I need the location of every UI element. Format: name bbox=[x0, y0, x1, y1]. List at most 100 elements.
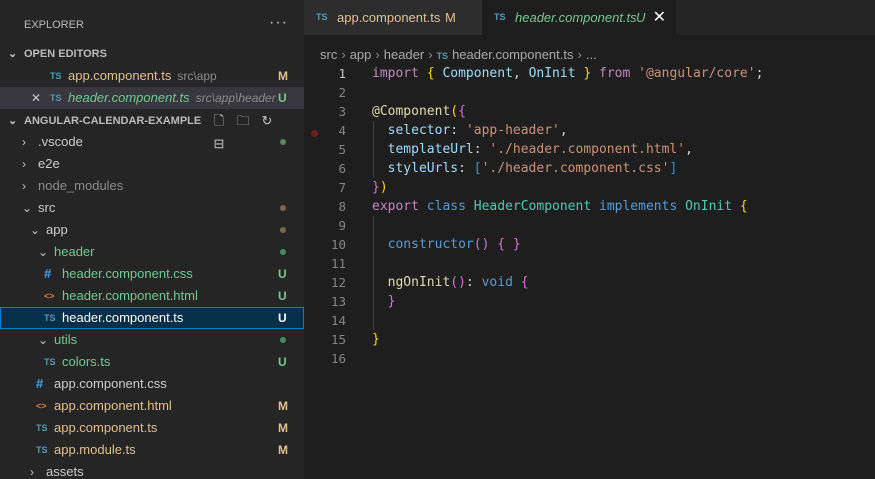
git-status-badge: U bbox=[636, 10, 646, 25]
project-section[interactable]: ⌄ ANGULAR-CALENDAR-EXAMPLE 🗋 🗀 ↻⊟ bbox=[0, 110, 304, 151]
breadcrumb-item[interactable]: app bbox=[350, 47, 372, 62]
git-status-dot bbox=[280, 337, 286, 343]
git-status-badge: M bbox=[445, 10, 456, 25]
typescript-file-icon: TS bbox=[36, 445, 48, 455]
line-number: 12 bbox=[330, 275, 346, 290]
git-status-badge: M bbox=[278, 443, 288, 457]
open-editor-item[interactable]: ✕ TS header.component.ts src\app\header U bbox=[0, 87, 304, 109]
tab-app-component-ts[interactable]: TS app.component.ts M bbox=[304, 0, 482, 35]
chevron-down-icon: ⌄ bbox=[8, 48, 18, 60]
git-status-badge: U bbox=[278, 91, 287, 105]
tree-file-app-css[interactable]: # app.component.css bbox=[0, 373, 304, 395]
css-file-icon: # bbox=[44, 266, 52, 281]
tree-file-app-ts[interactable]: TS app.component.ts M bbox=[0, 417, 304, 439]
tree-item-label: app.module.ts bbox=[54, 442, 136, 457]
line-number: 15 bbox=[330, 332, 346, 347]
tree-file-colors-ts[interactable]: TS colors.ts U bbox=[0, 351, 304, 373]
tree-folder-e2e[interactable]: › e2e bbox=[0, 153, 304, 175]
tree-item-label: header.component.ts bbox=[62, 310, 184, 325]
typescript-file-icon: TS bbox=[44, 313, 56, 323]
line-number: 4 bbox=[338, 123, 346, 138]
tab-label: header.component.ts bbox=[515, 10, 637, 25]
tree-file-header-ts[interactable]: TS header.component.ts U bbox=[0, 307, 304, 329]
typescript-file-icon: TS bbox=[494, 12, 506, 22]
html-file-icon: <> bbox=[36, 401, 47, 411]
editor-tabs: TS app.component.ts M TS header.componen… bbox=[304, 0, 875, 35]
git-status-badge: M bbox=[278, 69, 288, 83]
code-line: export class HeaderComponent implements … bbox=[372, 199, 748, 214]
line-number: 11 bbox=[330, 256, 346, 271]
git-status-badge: M bbox=[278, 421, 288, 435]
open-editor-label: header.component.ts src\app\header bbox=[68, 90, 276, 105]
code-line: constructor() { } bbox=[387, 237, 521, 252]
tab-header-component-ts[interactable]: TS header.component.ts U ✕ bbox=[482, 0, 676, 35]
breadcrumb-item[interactable]: src bbox=[320, 47, 337, 62]
git-status-dot bbox=[280, 205, 286, 211]
chevron-right-icon: › bbox=[30, 465, 34, 479]
code-line: } bbox=[372, 332, 380, 347]
typescript-file-icon: TS bbox=[44, 357, 56, 367]
tree-item-label: src bbox=[38, 200, 56, 215]
git-status-dot bbox=[280, 249, 286, 255]
tree-folder-header[interactable]: ⌄ header bbox=[0, 241, 304, 263]
code-line: import { Component, OnInit } from '@angu… bbox=[372, 66, 764, 81]
line-number: 10 bbox=[330, 237, 346, 252]
tree-item-label: header bbox=[54, 244, 95, 259]
tree-item-label: header.component.html bbox=[62, 288, 198, 303]
line-number: 16 bbox=[330, 351, 346, 366]
code-line: selector: 'app-header', bbox=[387, 123, 568, 138]
more-actions-icon[interactable]: ··· bbox=[269, 0, 288, 48]
tree-folder-assets[interactable]: › assets bbox=[0, 461, 304, 479]
new-file-icon[interactable]: 🗋 bbox=[210, 110, 228, 132]
breadcrumb-item[interactable]: header bbox=[384, 47, 424, 62]
tree-file-app-module-ts[interactable]: TS app.module.ts M bbox=[0, 439, 304, 461]
git-status-badge: U bbox=[278, 289, 287, 303]
line-number: 3 bbox=[338, 104, 346, 119]
tree-file-app-html[interactable]: <> app.component.html M bbox=[0, 395, 304, 417]
close-icon[interactable]: ✕ bbox=[653, 0, 666, 35]
chevron-right-icon: › bbox=[22, 135, 26, 149]
tree-folder-app[interactable]: ⌄ app bbox=[0, 219, 304, 241]
breadcrumb: src › app › header › TS header.component.ts ›... bbox=[304, 44, 597, 66]
chevron-down-icon: ⌄ bbox=[38, 245, 49, 259]
chevron-right-icon: › bbox=[375, 47, 380, 62]
typescript-file-icon: TS bbox=[436, 51, 449, 61]
tree-item-label: app.component.css bbox=[54, 376, 167, 391]
tree-folder-vscode[interactable]: › .vscode bbox=[0, 131, 304, 153]
typescript-file-icon: TS bbox=[36, 423, 48, 433]
code-line: ngOnInit(): void { bbox=[387, 275, 529, 290]
tree-folder-utils[interactable]: ⌄ utils bbox=[0, 329, 304, 351]
open-editors-section[interactable]: ⌄ OPEN EDITORS bbox=[0, 43, 304, 65]
code-line: templateUrl: './header.component.html', bbox=[387, 142, 693, 157]
line-number: 7 bbox=[338, 180, 346, 195]
line-number: 14 bbox=[330, 313, 346, 328]
breadcrumb-item[interactable]: header.component.ts bbox=[452, 47, 573, 62]
git-status-badge: U bbox=[278, 267, 287, 281]
close-icon[interactable]: ✕ bbox=[31, 87, 41, 109]
line-number: 5 bbox=[338, 142, 346, 157]
tree-folder-src[interactable]: ⌄ src bbox=[0, 197, 304, 219]
tree-item-label: app.component.ts bbox=[54, 420, 158, 435]
chevron-down-icon: ⌄ bbox=[22, 201, 33, 215]
tree-folder-node-modules[interactable]: › node_modules bbox=[0, 175, 304, 197]
line-number: 2 bbox=[338, 85, 346, 100]
line-number: 9 bbox=[338, 218, 346, 233]
line-number: 8 bbox=[338, 199, 346, 214]
code-editor[interactable]: 1 2 3 4 5 6 7 8 9 10 11 12 13 14 15 16 i… bbox=[304, 64, 875, 479]
open-editor-label: app.component.ts src\app bbox=[68, 68, 217, 83]
tree-item-label: .vscode bbox=[38, 134, 83, 149]
tree-file-header-html[interactable]: <> header.component.html U bbox=[0, 285, 304, 307]
git-status-badge: U bbox=[278, 355, 287, 369]
tree-item-label: utils bbox=[54, 332, 78, 347]
typescript-file-icon: TS bbox=[50, 93, 62, 103]
refresh-icon[interactable]: ↻ bbox=[258, 110, 276, 132]
tree-item-label: e2e bbox=[38, 156, 60, 171]
breadcrumb-more[interactable]: ... bbox=[586, 47, 597, 62]
chevron-right-icon: › bbox=[341, 47, 346, 62]
open-editor-item[interactable]: TS app.component.ts src\app M bbox=[0, 65, 304, 87]
new-folder-icon[interactable]: 🗀 bbox=[234, 110, 252, 132]
tree-file-header-css[interactable]: # header.component.css U bbox=[0, 263, 304, 285]
tree-item-label: header.component.css bbox=[62, 266, 193, 281]
line-number: 1 bbox=[338, 66, 346, 81]
chevron-right-icon: › bbox=[577, 47, 582, 62]
